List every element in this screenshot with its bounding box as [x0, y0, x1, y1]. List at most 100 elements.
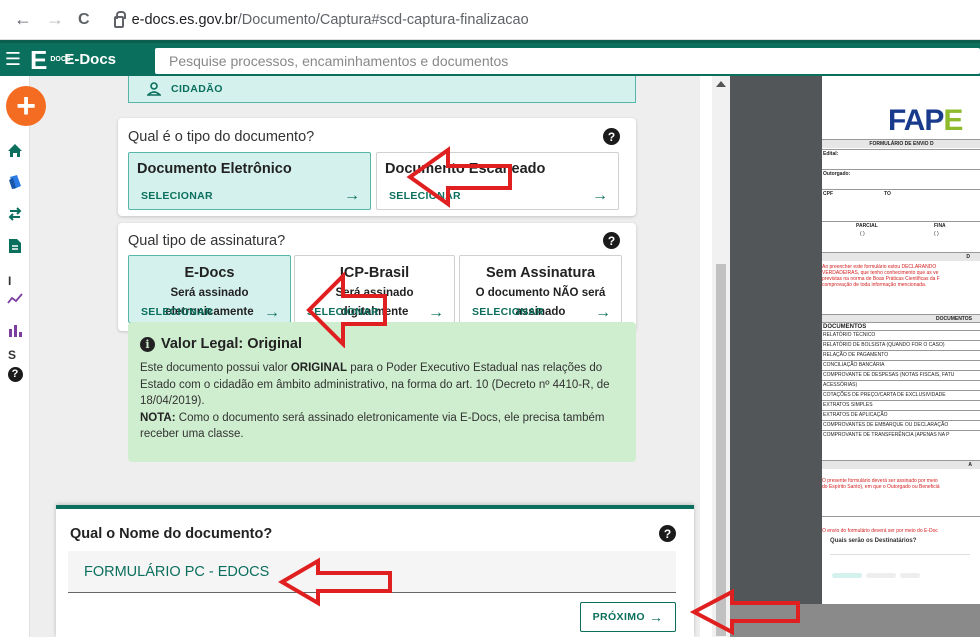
documents-table-row: ACESSÓRIAS) — [822, 380, 980, 390]
cpf-field: CPF TO — [822, 189, 980, 209]
document-type-card: Qual é o tipo do documento? ? Documento … — [118, 118, 636, 216]
forward-icon[interactable]: → — [46, 9, 64, 30]
document-type-help-icon[interactable]: ? — [603, 128, 620, 145]
option-icp-brasil[interactable]: ICP-Brasil Será assinado digitalmente SE… — [294, 255, 455, 323]
preview-lower-band — [730, 604, 980, 637]
main-scrollbar[interactable] — [712, 76, 730, 637]
legal-text: Este documento possui valor ORIGINAL par… — [140, 362, 610, 440]
arrow-right-icon: → — [592, 187, 608, 204]
browser-toolbar: ← → C e-docs.es.gov.br/Documento/Captura… — [0, 0, 980, 40]
signature-type-card: Qual tipo de assinatura? ? E-Docs Será a… — [118, 223, 636, 331]
fapes-logo: FAPE — [888, 104, 963, 137]
select-label: SELECIONAR — [307, 306, 379, 318]
document-type-title: Qual é o tipo do documento? — [128, 129, 315, 145]
select-label: SELECIONAR — [141, 306, 213, 318]
option-edocs[interactable]: E-Docs Será assinado eletronicamente SEL… — [128, 255, 291, 323]
back-icon[interactable]: ← — [14, 9, 32, 30]
arrow-right-icon: → — [344, 187, 360, 204]
arrow-right-icon: → — [595, 304, 611, 321]
signature-type-help-icon[interactable]: ? — [603, 232, 620, 249]
red-note-4: comprovação de toda informação mencionad… — [822, 282, 927, 288]
documents-table-row: EXTRATOS DE APLICAÇÃO — [822, 410, 980, 420]
rail-separator-2: S — [8, 348, 17, 362]
transfer-icon[interactable] — [7, 206, 23, 222]
option-title: E-Docs — [184, 265, 235, 281]
next-label: PRÓXIMO — [592, 611, 645, 623]
chart-line-icon[interactable] — [7, 290, 23, 306]
form-title: FORMULÁRIO DE ENVIO D — [822, 139, 980, 148]
destinatarios-question: Quais serão os Destinatários? — [830, 538, 917, 544]
option-title: Sem Assinatura — [485, 265, 596, 281]
documents-icon[interactable] — [7, 174, 23, 190]
home-icon[interactable] — [7, 142, 23, 158]
legal-heading-text: Valor Legal: Original — [161, 336, 303, 352]
red-note-6: do Espírito Santo), em que o Outorgado o… — [822, 484, 940, 490]
citizen-label: CIDADÃO — [171, 83, 223, 95]
left-rail: + I S ? — [0, 76, 46, 637]
logo-letter: E — [30, 44, 48, 75]
bar-chart-icon[interactable] — [7, 322, 23, 338]
documents-table-row: COMPROVANTE DE DESPESAS (NOTAS FISCAIS, … — [822, 370, 980, 380]
select-label: SELECIONAR — [472, 306, 544, 318]
select-label: SELECIONAR — [141, 190, 213, 202]
documents-table: RELATÓRIO TÉCNICO RELATÓRIO DE BOLSISTA (… — [822, 330, 980, 440]
file-icon[interactable] — [7, 238, 23, 254]
documents-table-row: CONCILIAÇÃO BANCÁRIA — [822, 360, 980, 370]
red-note-7: O envio do formulário deverá ser por mei… — [822, 528, 938, 534]
scroll-thumb[interactable] — [716, 264, 726, 636]
declaration-head: D — [822, 252, 980, 261]
option-sem-assinatura[interactable]: Sem Assinatura O documento NÃO será assi… — [459, 255, 622, 323]
add-button[interactable]: + — [6, 86, 46, 126]
select-label: SELECIONAR — [389, 190, 461, 202]
reload-icon[interactable]: C — [78, 11, 90, 29]
app-header: ☰ E DOCS E-Docs Pesquise processos, enca… — [0, 40, 980, 76]
documents-table-row: EXTRATOS SIMPLES — [822, 400, 980, 410]
documents-table-row: RELATÓRIO TÉCNICO — [822, 330, 980, 340]
option-title: Documento Eletrônico — [137, 161, 292, 177]
scroll-up-icon[interactable] — [716, 81, 726, 87]
menu-icon[interactable]: ☰ — [0, 43, 26, 76]
address-bar[interactable]: e-docs.es.gov.br/Documento/Captura#scd-c… — [113, 10, 529, 28]
help-glyph: ? — [7, 366, 23, 382]
info-icon: i — [140, 336, 155, 352]
documents-table-row: COTAÇÕES DE PREÇO/CARTA DE EXCLUSIVIDADE — [822, 390, 980, 400]
send-head — [822, 516, 980, 517]
document-name-panel: Qual o Nome do documento? ? FORMULÁRIO P… — [56, 505, 694, 637]
documents-table-row: RELATÓRIO DE BOLSISTA (QUANDO FOR O CASO… — [822, 340, 980, 350]
legal-value-box: i Valor Legal: Original Este documento p… — [128, 322, 636, 462]
arrow-right-icon: → — [264, 304, 280, 321]
help-icon[interactable]: ? — [7, 366, 23, 382]
search-input[interactable]: Pesquise processos, encaminhamentos e do… — [155, 48, 980, 74]
logo-sub: DOCS — [50, 56, 71, 63]
app-name: E-Docs — [64, 51, 117, 68]
option-title: Documento Escaneado — [385, 161, 546, 177]
a-head: A — [822, 460, 980, 469]
document-name-input[interactable]: FORMULÁRIO PC - EDOCS — [68, 551, 676, 593]
option-title: ICP-Brasil — [339, 265, 410, 281]
next-button[interactable]: PRÓXIMO → — [580, 602, 676, 632]
document-name-question: Qual o Nome do documento? — [70, 526, 273, 542]
destinatarios-mini-form — [830, 554, 970, 594]
edital-field: Edital: — [822, 149, 980, 163]
url-path: /Documento/Captura#scd-captura-finalizac… — [237, 11, 529, 28]
option-documento-eletronico[interactable]: Documento Eletrônico SELECIONAR → — [128, 152, 371, 210]
preview-page: FAPE FORMULÁRIO DE ENVIO D Edital: Outor… — [822, 76, 980, 604]
outorgado-field: Outorgado: — [822, 169, 980, 183]
documents-table-row: COMPROVANTES DE EMBARQUE OU DECLARAÇÃO — [822, 420, 980, 430]
lock-icon — [113, 10, 126, 28]
signature-type-title: Qual tipo de assinatura? — [128, 233, 286, 249]
legal-heading: i Valor Legal: Original — [140, 336, 624, 352]
option-line1: Será assinado — [170, 287, 249, 299]
document-name-help-icon[interactable]: ? — [659, 525, 676, 542]
option-line1: O documento NÃO será — [475, 287, 606, 299]
document-preview[interactable]: FAPE FORMULÁRIO DE ENVIO D Edital: Outor… — [730, 76, 980, 637]
citizen-option-selected[interactable]: CIDADÃO — [128, 76, 636, 103]
app-logo[interactable]: E DOCS — [30, 44, 71, 75]
parcial-final-row: PARCIAL FINA ( ) ( ) — [822, 221, 980, 241]
arrow-right-icon: → — [648, 609, 664, 625]
person-icon — [147, 82, 161, 96]
option-line1: Será assinado — [335, 287, 414, 299]
documents-table-row: RELAÇÃO DE PAGAMENTO — [822, 350, 980, 360]
option-documento-escaneado[interactable]: Documento Escaneado SELECIONAR → — [376, 152, 619, 210]
documents-table-row: COMPROVANTE DE TRANSFERÊNCIA (APENAS NA … — [822, 430, 980, 440]
